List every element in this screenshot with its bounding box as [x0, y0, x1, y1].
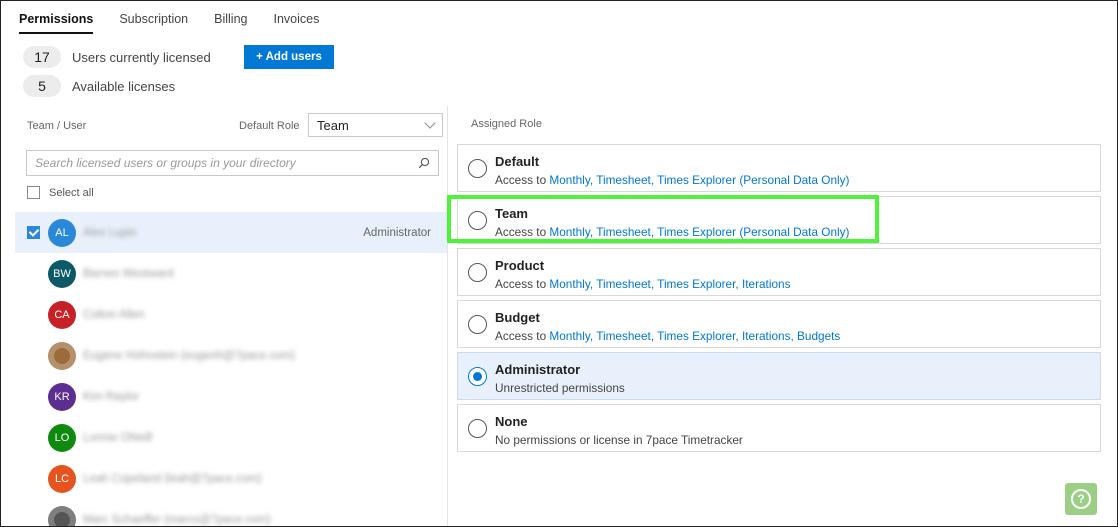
user-name: Kim Raylor: [83, 390, 140, 403]
user-name: Eugene Hohnstein (eugenh@7pace.com): [83, 349, 295, 362]
user-checkbox[interactable]: [27, 226, 40, 239]
user-row[interactable]: CA Colton Allen: [15, 294, 447, 335]
tab-permissions[interactable]: Permissions: [19, 12, 94, 34]
role-desc-prefix: Access to: [495, 173, 550, 187]
user-row[interactable]: Marc Schaeffer (marcs@7pace.com): [15, 499, 447, 526]
role-description: Access to Monthly, Timesheet, Times Expl…: [495, 277, 790, 291]
select-all-checkbox[interactable]: [27, 186, 40, 199]
role-name: Default: [495, 154, 540, 169]
role-description: Access to Monthly, Timesheet, Times Expl…: [495, 329, 840, 343]
tab-invoices[interactable]: Invoices: [274, 12, 320, 34]
user-name: Marc Schaeffer (marcs@7pace.com): [83, 513, 271, 526]
default-role-select[interactable]: Team: [308, 113, 443, 137]
role-radio[interactable]: [468, 367, 487, 386]
help-button[interactable]: ?: [1065, 483, 1097, 515]
user-row[interactable]: BW Barnes Westward: [15, 253, 447, 294]
role-name: None: [495, 414, 528, 429]
role-desc-prefix: No permissions or license in 7pace Timet…: [495, 433, 743, 447]
default-role-label: Default Role: [239, 120, 300, 132]
role-desc-prefix: Access to: [495, 225, 550, 239]
search-icon[interactable]: [418, 157, 430, 169]
user-name: Colton Allen: [83, 308, 145, 321]
user-search-box: [26, 150, 439, 176]
user-name: Barnes Westward: [83, 267, 174, 280]
role-description: Access to Monthly, Timesheet, Times Expl…: [495, 173, 849, 187]
role-radio[interactable]: [468, 315, 487, 334]
role-desc-prefix: Access to: [495, 329, 550, 343]
role-option-budget[interactable]: Budget Access to Monthly, Timesheet, Time…: [457, 300, 1101, 348]
role-name: Team: [495, 206, 528, 221]
user-row[interactable]: LC Leah Copeland (leah@7pace.com): [15, 458, 447, 499]
role-desc-prefix: Access to: [495, 277, 550, 291]
role-desc-prefix: Unrestricted permissions: [495, 381, 625, 395]
user-row[interactable]: AL Alex Lupin Administrator: [15, 212, 447, 253]
role-description: Unrestricted permissions: [495, 381, 625, 395]
default-role-value: Team: [317, 117, 349, 133]
user-role: Administrator: [363, 226, 431, 239]
available-count-badge: 5: [23, 75, 61, 97]
available-licenses-row: 5 Available licenses: [23, 75, 175, 97]
licensed-users-row: 17 Users currently licensed: [23, 46, 211, 68]
assigned-role-header: Assigned Role: [471, 118, 542, 130]
licensed-label: Users currently licensed: [72, 49, 211, 65]
team-user-header: Team / User: [27, 120, 87, 132]
chevron-down-icon: [424, 117, 436, 129]
available-label: Available licenses: [72, 78, 176, 94]
panel-divider: [447, 106, 448, 526]
role-description: Access to Monthly, Timesheet, Times Expl…: [495, 225, 849, 239]
role-option-administrator[interactable]: Administrator Unrestricted permissions: [457, 352, 1101, 400]
role-list: Default Access to Monthly, Timesheet, Tim…: [457, 144, 1101, 456]
avatar: LO: [48, 423, 76, 452]
role-radio[interactable]: [468, 159, 487, 178]
role-name: Product: [495, 258, 545, 273]
avatar: [48, 341, 76, 370]
tab-billing[interactable]: Billing: [214, 12, 247, 34]
user-row[interactable]: LO Lonnie ONeill: [15, 417, 447, 458]
role-access-links[interactable]: Monthly, Timesheet, Times Explorer (Pers…: [549, 225, 849, 239]
avatar: BW: [48, 259, 76, 288]
role-access-links[interactable]: Monthly, Timesheet, Times Explorer (Pers…: [549, 173, 849, 187]
role-radio[interactable]: [468, 211, 487, 230]
user-row[interactable]: Eugene Hohnstein (eugenh@7pace.com): [15, 335, 447, 376]
user-name: Leah Copeland (leah@7pace.com): [83, 472, 262, 485]
avatar: KR: [48, 382, 76, 411]
select-all-row[interactable]: Select all: [27, 186, 94, 199]
licensed-count-badge: 17: [23, 46, 61, 68]
user-list: AL Alex Lupin Administrator BW Barnes Westwa…: [15, 212, 447, 526]
role-name: Budget: [495, 310, 540, 325]
role-radio[interactable]: [468, 419, 487, 438]
role-option-team[interactable]: Team Access to Monthly, Timesheet, Times …: [457, 196, 1101, 244]
role-access-links[interactable]: Monthly, Timesheet, Times Explorer, Iter…: [549, 277, 790, 291]
user-row[interactable]: KR Kim Raylor: [15, 376, 447, 417]
avatar: AL: [48, 218, 76, 247]
app-window: Permissions Subscription Billing Invoice…: [0, 0, 1118, 527]
user-name: Alex Lupin: [83, 226, 137, 239]
role-option-default[interactable]: Default Access to Monthly, Timesheet, Tim…: [457, 144, 1101, 192]
help-icon: ?: [1071, 489, 1091, 509]
tab-bar: Permissions Subscription Billing Invoice…: [19, 12, 345, 34]
select-all-label: Select all: [49, 186, 94, 199]
role-access-links[interactable]: Monthly, Timesheet, Times Explorer, Iter…: [549, 329, 840, 343]
role-option-product[interactable]: Product Access to Monthly, Timesheet, Tim…: [457, 248, 1101, 296]
avatar: [48, 505, 76, 526]
tab-subscription[interactable]: Subscription: [119, 12, 188, 34]
user-name: Lonnie ONeill: [83, 431, 153, 444]
role-description: No permissions or license in 7pace Timet…: [495, 433, 743, 447]
avatar: LC: [48, 464, 76, 493]
role-radio[interactable]: [468, 263, 487, 282]
avatar: CA: [48, 300, 76, 329]
add-users-button[interactable]: + Add users: [244, 45, 334, 69]
role-name: Administrator: [495, 362, 581, 377]
role-option-none[interactable]: None No permissions or license in 7pace T…: [457, 404, 1101, 452]
search-input[interactable]: [35, 156, 418, 170]
